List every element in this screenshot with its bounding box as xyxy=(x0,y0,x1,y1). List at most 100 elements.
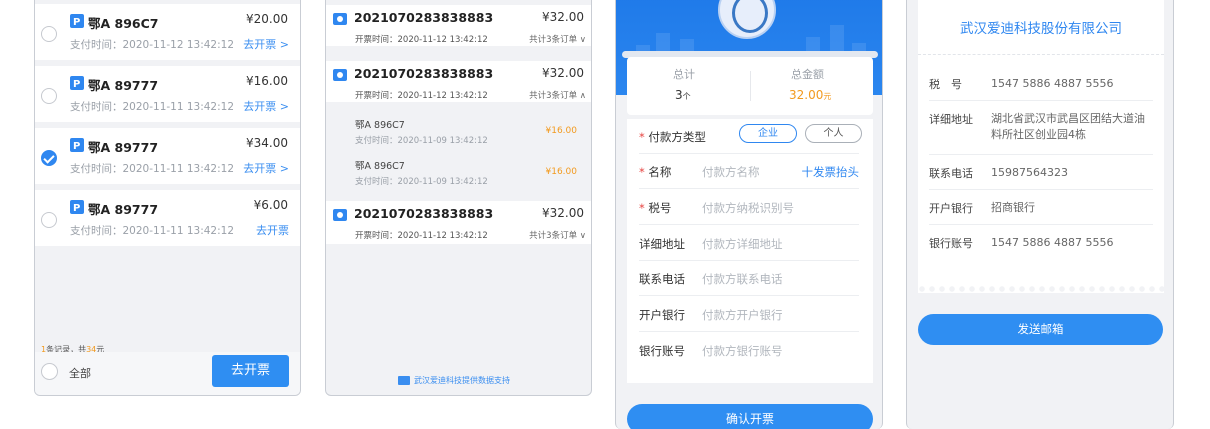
order-count-toggle[interactable]: 共计3条订单 ∨ xyxy=(529,33,586,45)
invoice-card[interactable]: 2021070283838883 ¥32.00 开票时间：2020-11-12 … xyxy=(326,61,591,102)
invoice-link[interactable]: 去开票 xyxy=(256,222,289,238)
invoice-link[interactable]: 去开票 > xyxy=(243,98,289,114)
sub-price: ¥16.00 xyxy=(545,126,578,136)
pay-time: 支付时间：2020-11-11 13:42:12 xyxy=(70,101,235,113)
info-value: 1547 5886 4887 5556 xyxy=(991,77,1114,90)
sub-plate: 鄂A 896C7 xyxy=(355,120,405,131)
info-value: 15987564323 xyxy=(991,166,1068,179)
invoice-sub-order: 鄂A 896C7 支付时间：2020-11-09 13:42:12 ¥16.00 xyxy=(326,154,591,194)
order-radio-checked[interactable] xyxy=(41,150,57,166)
parking-icon: P xyxy=(70,76,84,90)
data-support-footer: 武汉爱迪科技提供数据支持 xyxy=(398,375,510,386)
field-label: 联系电话 xyxy=(639,272,685,286)
info-label: 详细地址 xyxy=(929,113,973,126)
company-info-card: 武汉爱迪科技股份有限公司 税 号 1547 5886 4887 5556 详细地… xyxy=(918,0,1164,293)
sub-plate: 鄂A 896C7 xyxy=(355,161,405,172)
pay-time: 支付时间：2020-11-11 13:42:12 xyxy=(70,163,235,175)
invoice-time: 开票时间：2020-11-12 13:42:12 xyxy=(355,91,488,101)
order-count-toggle[interactable]: 共计3条订单 ∨ xyxy=(529,229,586,241)
invoice-form-screen: 总计 3个 总金额 32.00元 * 付款方类型 企业 个人 * 名称 付款方名… xyxy=(615,0,883,429)
invoice-amount: ¥32.00 xyxy=(542,206,584,220)
invoice-card[interactable]: 2021070283838883 ¥32.00 开票时间：2020-11-12 … xyxy=(326,201,591,244)
name-row: * 名称 付款方名称 十发票抬头 xyxy=(639,154,859,189)
field-label: 详细地址 xyxy=(639,237,685,251)
field-label: * 名称 xyxy=(639,165,672,179)
invoice-history-screen: 2021070283838883 ¥32.00 开票时间：2020-11-12 … xyxy=(325,0,592,396)
sub-price: ¥16.00 xyxy=(545,167,578,177)
info-value: 招商银行 xyxy=(991,201,1035,214)
name-input[interactable]: 付款方名称 xyxy=(702,164,760,180)
sub-time: 支付时间：2020-11-09 13:42:12 xyxy=(355,136,488,146)
invoice-amount: ¥32.00 xyxy=(542,10,584,24)
type-enterprise-option[interactable]: 企业 xyxy=(739,124,797,143)
order-radio[interactable] xyxy=(41,212,57,228)
order-count-toggle[interactable]: 共计3条订单 ∧ xyxy=(529,89,586,101)
sub-time: 支付时间：2020-11-09 13:42:12 xyxy=(355,177,488,187)
pay-time: 支付时间：2020-11-11 13:42:12 xyxy=(70,225,235,237)
invoice-time: 开票时间：2020-11-12 13:42:12 xyxy=(355,231,488,241)
info-row: 开户银行 招商银行 xyxy=(929,191,1153,225)
parking-icon: P xyxy=(70,200,84,214)
invoice-number: 2021070283838883 xyxy=(354,206,494,221)
invoice-link[interactable]: 去开票 > xyxy=(243,160,289,176)
order-item[interactable]: P 鄂A 89777 ¥6.00 支付时间：2020-11-11 13:42:1… xyxy=(35,190,300,246)
svg-text:P: P xyxy=(73,203,80,214)
invoice-title-link[interactable]: 十发票抬头 xyxy=(802,164,860,180)
address-input[interactable]: 付款方详细地址 xyxy=(702,236,783,252)
info-value: 湖北省武汉市武昌区团结大道油料所社区创业园4栋 xyxy=(991,112,1145,141)
phone-input[interactable]: 付款方联系电话 xyxy=(702,271,783,287)
invoice-amount: ¥32.00 xyxy=(542,66,584,80)
invoice-icon xyxy=(333,209,347,221)
select-all-radio[interactable] xyxy=(41,363,58,380)
order-radio[interactable] xyxy=(41,88,57,104)
field-label: * 付款方类型 xyxy=(639,130,706,144)
plate-number: 鄂A 896C7 xyxy=(88,16,159,31)
tax-id-input[interactable]: 付款方纳税识别号 xyxy=(702,200,794,216)
parking-icon: P xyxy=(70,138,84,152)
info-label: 银行账号 xyxy=(929,237,973,250)
select-all-label[interactable]: 全部 xyxy=(69,365,91,381)
info-value: 1547 5886 4887 5556 xyxy=(991,236,1114,249)
type-personal-option[interactable]: 个人 xyxy=(805,124,862,143)
invoice-card[interactable]: 2021070283838883 ¥32.00 开票时间：2020-11-12 … xyxy=(326,5,591,46)
bottom-bar: 全部 去开票 xyxy=(35,352,300,395)
invoice-icon xyxy=(333,69,347,81)
info-row: 银行账号 1547 5886 4887 5556 xyxy=(929,226,1153,260)
tax-id-row: * 税号 付款方纳税识别号 xyxy=(639,190,859,225)
info-label: 开户银行 xyxy=(929,202,973,215)
account-input[interactable]: 付款方银行账号 xyxy=(702,343,783,359)
order-item[interactable]: P 鄂A 89777 ¥34.00 支付时间：2020-11-11 13:42:… xyxy=(35,128,300,184)
invoice-button[interactable]: 去开票 xyxy=(212,355,289,387)
order-list-screen: P 鄂A 896C7 ¥20.00 支付时间：2020-11-12 13:42:… xyxy=(34,0,301,396)
bank-input[interactable]: 付款方开户银行 xyxy=(702,307,783,323)
payer-type-row: * 付款方类型 企业 个人 xyxy=(639,119,862,154)
order-radio[interactable] xyxy=(41,26,57,42)
order-price: ¥34.00 xyxy=(246,136,288,150)
send-email-button[interactable]: 发送邮箱 xyxy=(918,314,1163,345)
confirm-invoice-button[interactable]: 确认开票 xyxy=(627,404,873,429)
company-name: 武汉爱迪科技股份有限公司 xyxy=(960,21,1122,37)
total-label: 总计 xyxy=(673,68,695,81)
info-row: 详细地址 湖北省武汉市武昌区团结大道油料所社区创业园4栋 xyxy=(929,102,1153,155)
invoice-time: 开票时间：2020-11-12 13:42:12 xyxy=(355,35,488,45)
info-row: 联系电话 15987564323 xyxy=(929,156,1153,190)
svg-text:P: P xyxy=(73,79,80,90)
payer-form: * 付款方类型 企业 个人 * 名称 付款方名称 十发票抬头 * 税号 付款方纳… xyxy=(627,119,873,383)
order-item[interactable]: P 鄂A 896C7 ¥20.00 支付时间：2020-11-12 13:42:… xyxy=(35,4,300,60)
plate-number: 鄂A 89777 xyxy=(88,78,159,93)
address-row: 详细地址 付款方详细地址 xyxy=(639,226,859,261)
info-row: 税 号 1547 5886 4887 5556 xyxy=(929,67,1153,101)
invoice-number: 2021070283838883 xyxy=(354,66,494,81)
invoice-detail-screen: 武汉爱迪科技股份有限公司 税 号 1547 5886 4887 5556 详细地… xyxy=(906,0,1174,429)
invoice-sub-order: 鄂A 896C7 支付时间：2020-11-09 13:42:12 ¥16.00 xyxy=(326,113,591,153)
order-item[interactable]: P 鄂A 89777 ¥16.00 支付时间：2020-11-11 13:42:… xyxy=(35,66,300,122)
plate-number: 鄂A 89777 xyxy=(88,140,159,155)
bank-row: 开户银行 付款方开户银行 xyxy=(639,297,859,332)
invoice-link[interactable]: 去开票 > xyxy=(243,36,289,52)
order-price: ¥6.00 xyxy=(253,198,288,212)
account-row: 银行账号 付款方银行账号 xyxy=(639,333,859,368)
amount-value: 32.00元 xyxy=(789,88,832,102)
parking-icon: P xyxy=(70,14,84,28)
field-label: * 税号 xyxy=(639,201,672,215)
invoice-summary: 总计 3个 总金额 32.00元 xyxy=(627,57,873,115)
